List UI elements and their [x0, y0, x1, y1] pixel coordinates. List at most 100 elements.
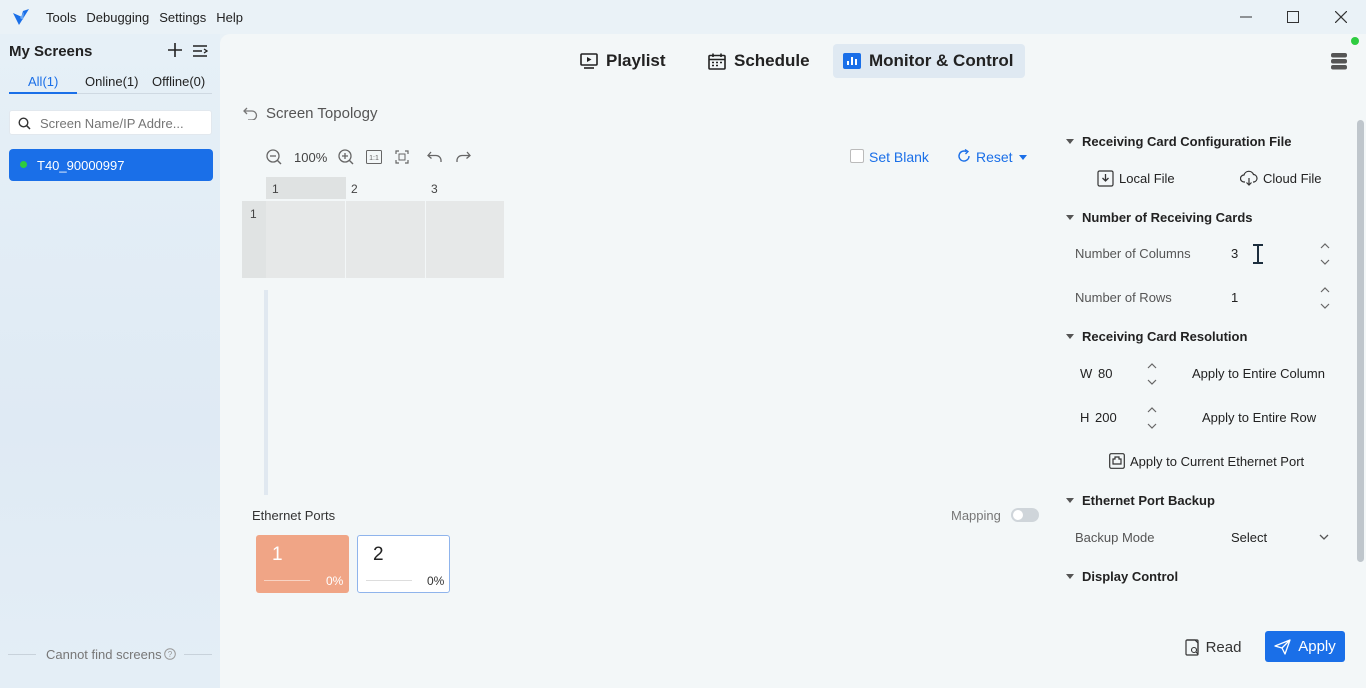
menu-bar: Tools Debugging Settings Help — [46, 10, 243, 25]
local-file-button[interactable]: Local File — [1097, 170, 1175, 187]
read-button[interactable]: Read — [1176, 631, 1250, 663]
text-cursor-icon — [1251, 244, 1265, 264]
screen-name: T40_90000997 — [37, 158, 125, 173]
maximize-button[interactable] — [1270, 0, 1316, 34]
tab-monitor-control-label: Monitor & Control — [869, 51, 1014, 70]
redo-icon[interactable] — [454, 148, 472, 166]
grid-cell-1-3[interactable] — [426, 201, 505, 278]
rows-input[interactable]: 1 — [1231, 290, 1238, 305]
footer-line-right — [184, 654, 212, 655]
title-bar: Tools Debugging Settings Help — [0, 0, 1366, 34]
grid-corner — [242, 177, 266, 201]
vertical-scroll-track[interactable] — [264, 290, 268, 495]
height-input[interactable]: 200 — [1095, 410, 1117, 425]
back-icon[interactable] — [243, 106, 258, 120]
cannot-find-screens-link[interactable]: Cannot find screens — [46, 647, 162, 662]
menu-debugging[interactable]: Debugging — [86, 10, 149, 25]
mapping-toggle-knob — [1013, 510, 1023, 520]
section-port-backup-label: Ethernet Port Backup — [1082, 493, 1215, 508]
mapping-toggle[interactable] — [1011, 508, 1039, 522]
cloud-file-button[interactable]: Cloud File — [1240, 170, 1322, 186]
columns-input[interactable]: 3 — [1231, 246, 1238, 261]
grid-col-header-1[interactable]: 1 — [272, 182, 279, 196]
section-resolution[interactable]: Receiving Card Resolution — [1066, 329, 1247, 344]
width-stepper[interactable] — [1145, 361, 1159, 387]
tab-playlist-label: Playlist — [606, 51, 666, 70]
sidebar-title: My Screens — [9, 43, 93, 60]
apply-button[interactable]: Apply — [1265, 631, 1345, 662]
zoom-in-icon[interactable] — [337, 148, 355, 166]
screen-item[interactable]: T40_90000997 — [9, 149, 213, 181]
backup-mode-select[interactable]: Select — [1222, 524, 1336, 552]
rows-stepper[interactable] — [1318, 285, 1332, 311]
tab-divider — [77, 93, 212, 94]
grid-col-header-3[interactable]: 3 — [431, 182, 438, 196]
reset-label[interactable]: Reset — [976, 149, 1013, 165]
config-scrollbar[interactable] — [1357, 120, 1364, 562]
section-card-count[interactable]: Number of Receiving Cards — [1066, 210, 1253, 225]
reset-dropdown-icon[interactable] — [1019, 155, 1027, 160]
download-icon — [1097, 170, 1114, 187]
zoom-out-icon[interactable] — [265, 148, 283, 166]
apply-entire-column-button[interactable]: Apply to Entire Column — [1192, 366, 1325, 381]
ethernet-port-2[interactable]: 2 0% — [357, 535, 450, 593]
section-display-control[interactable]: Display Control — [1066, 569, 1178, 584]
port-1-progress-bar — [264, 580, 310, 581]
add-screen-icon[interactable] — [168, 43, 182, 57]
menu-tools[interactable]: Tools — [46, 10, 76, 25]
grid-cell-1-2[interactable] — [346, 201, 426, 278]
ethernet-port-1[interactable]: 1 0% — [256, 535, 349, 593]
list-settings-icon[interactable] — [192, 44, 208, 58]
menu-settings[interactable]: Settings — [159, 10, 206, 25]
search-input[interactable] — [40, 114, 208, 132]
calendar-icon — [708, 53, 726, 70]
reset-icon[interactable] — [957, 149, 971, 163]
grid-cell-1-1[interactable] — [266, 201, 346, 278]
help-icon[interactable]: ? — [164, 648, 176, 660]
filter-online-tab[interactable]: Online(1) — [85, 74, 138, 89]
section-port-backup[interactable]: Ethernet Port Backup — [1066, 493, 1215, 508]
section-card-count-label: Number of Receiving Cards — [1082, 210, 1253, 225]
width-input[interactable]: 80 — [1098, 366, 1112, 381]
section-resolution-label: Receiving Card Resolution — [1082, 329, 1248, 344]
columns-stepper[interactable] — [1318, 241, 1332, 267]
server-status-icon[interactable] — [1330, 52, 1348, 70]
tab-monitor-control[interactable]: Monitor & Control — [833, 44, 1025, 78]
apply-entire-row-button[interactable]: Apply to Entire Row — [1202, 410, 1316, 425]
minimize-button[interactable] — [1223, 0, 1269, 34]
fit-screen-icon[interactable] — [393, 148, 411, 166]
apply-current-port-button[interactable]: Apply to Current Ethernet Port — [1109, 453, 1304, 469]
menu-help[interactable]: Help — [216, 10, 243, 25]
tab-schedule[interactable]: Schedule — [698, 44, 820, 78]
tab-playlist[interactable]: Playlist — [570, 44, 676, 78]
height-label: H — [1080, 410, 1090, 425]
undo-icon[interactable] — [426, 148, 444, 166]
zoom-level: 100% — [294, 150, 328, 165]
connection-status-dot — [1351, 37, 1359, 45]
actual-size-icon[interactable]: 1:1 — [365, 148, 383, 166]
tab-schedule-label: Schedule — [734, 51, 810, 70]
apply-label: Apply — [1298, 638, 1336, 655]
cloud-download-icon — [1240, 170, 1258, 186]
apply-current-port-label: Apply to Current Ethernet Port — [1130, 453, 1305, 469]
port-2-percent: 0% — [427, 574, 445, 588]
backup-mode-label: Backup Mode — [1075, 530, 1155, 545]
footer-line-left — [8, 654, 36, 655]
online-status-dot — [20, 161, 27, 168]
collapse-arrow-icon — [1066, 498, 1074, 503]
height-stepper[interactable] — [1145, 405, 1159, 431]
grid-col-header-2[interactable]: 2 — [351, 182, 358, 196]
section-display-control-label: Display Control — [1082, 569, 1179, 584]
set-blank-checkbox[interactable] — [850, 149, 864, 163]
collapse-arrow-icon — [1066, 334, 1074, 339]
screen-topology-title: Screen Topology — [266, 105, 378, 122]
close-button[interactable] — [1318, 0, 1364, 34]
grid-row-header-1[interactable]: 1 — [250, 207, 257, 221]
filter-offline-tab[interactable]: Offline(0) — [152, 74, 205, 89]
search-icon — [18, 117, 31, 130]
send-icon — [1274, 638, 1291, 655]
set-blank-label[interactable]: Set Blank — [869, 149, 929, 165]
filter-all-tab[interactable]: All(1) — [28, 74, 58, 89]
local-file-label: Local File — [1119, 171, 1175, 186]
section-config-file[interactable]: Receiving Card Configuration File — [1066, 134, 1291, 149]
